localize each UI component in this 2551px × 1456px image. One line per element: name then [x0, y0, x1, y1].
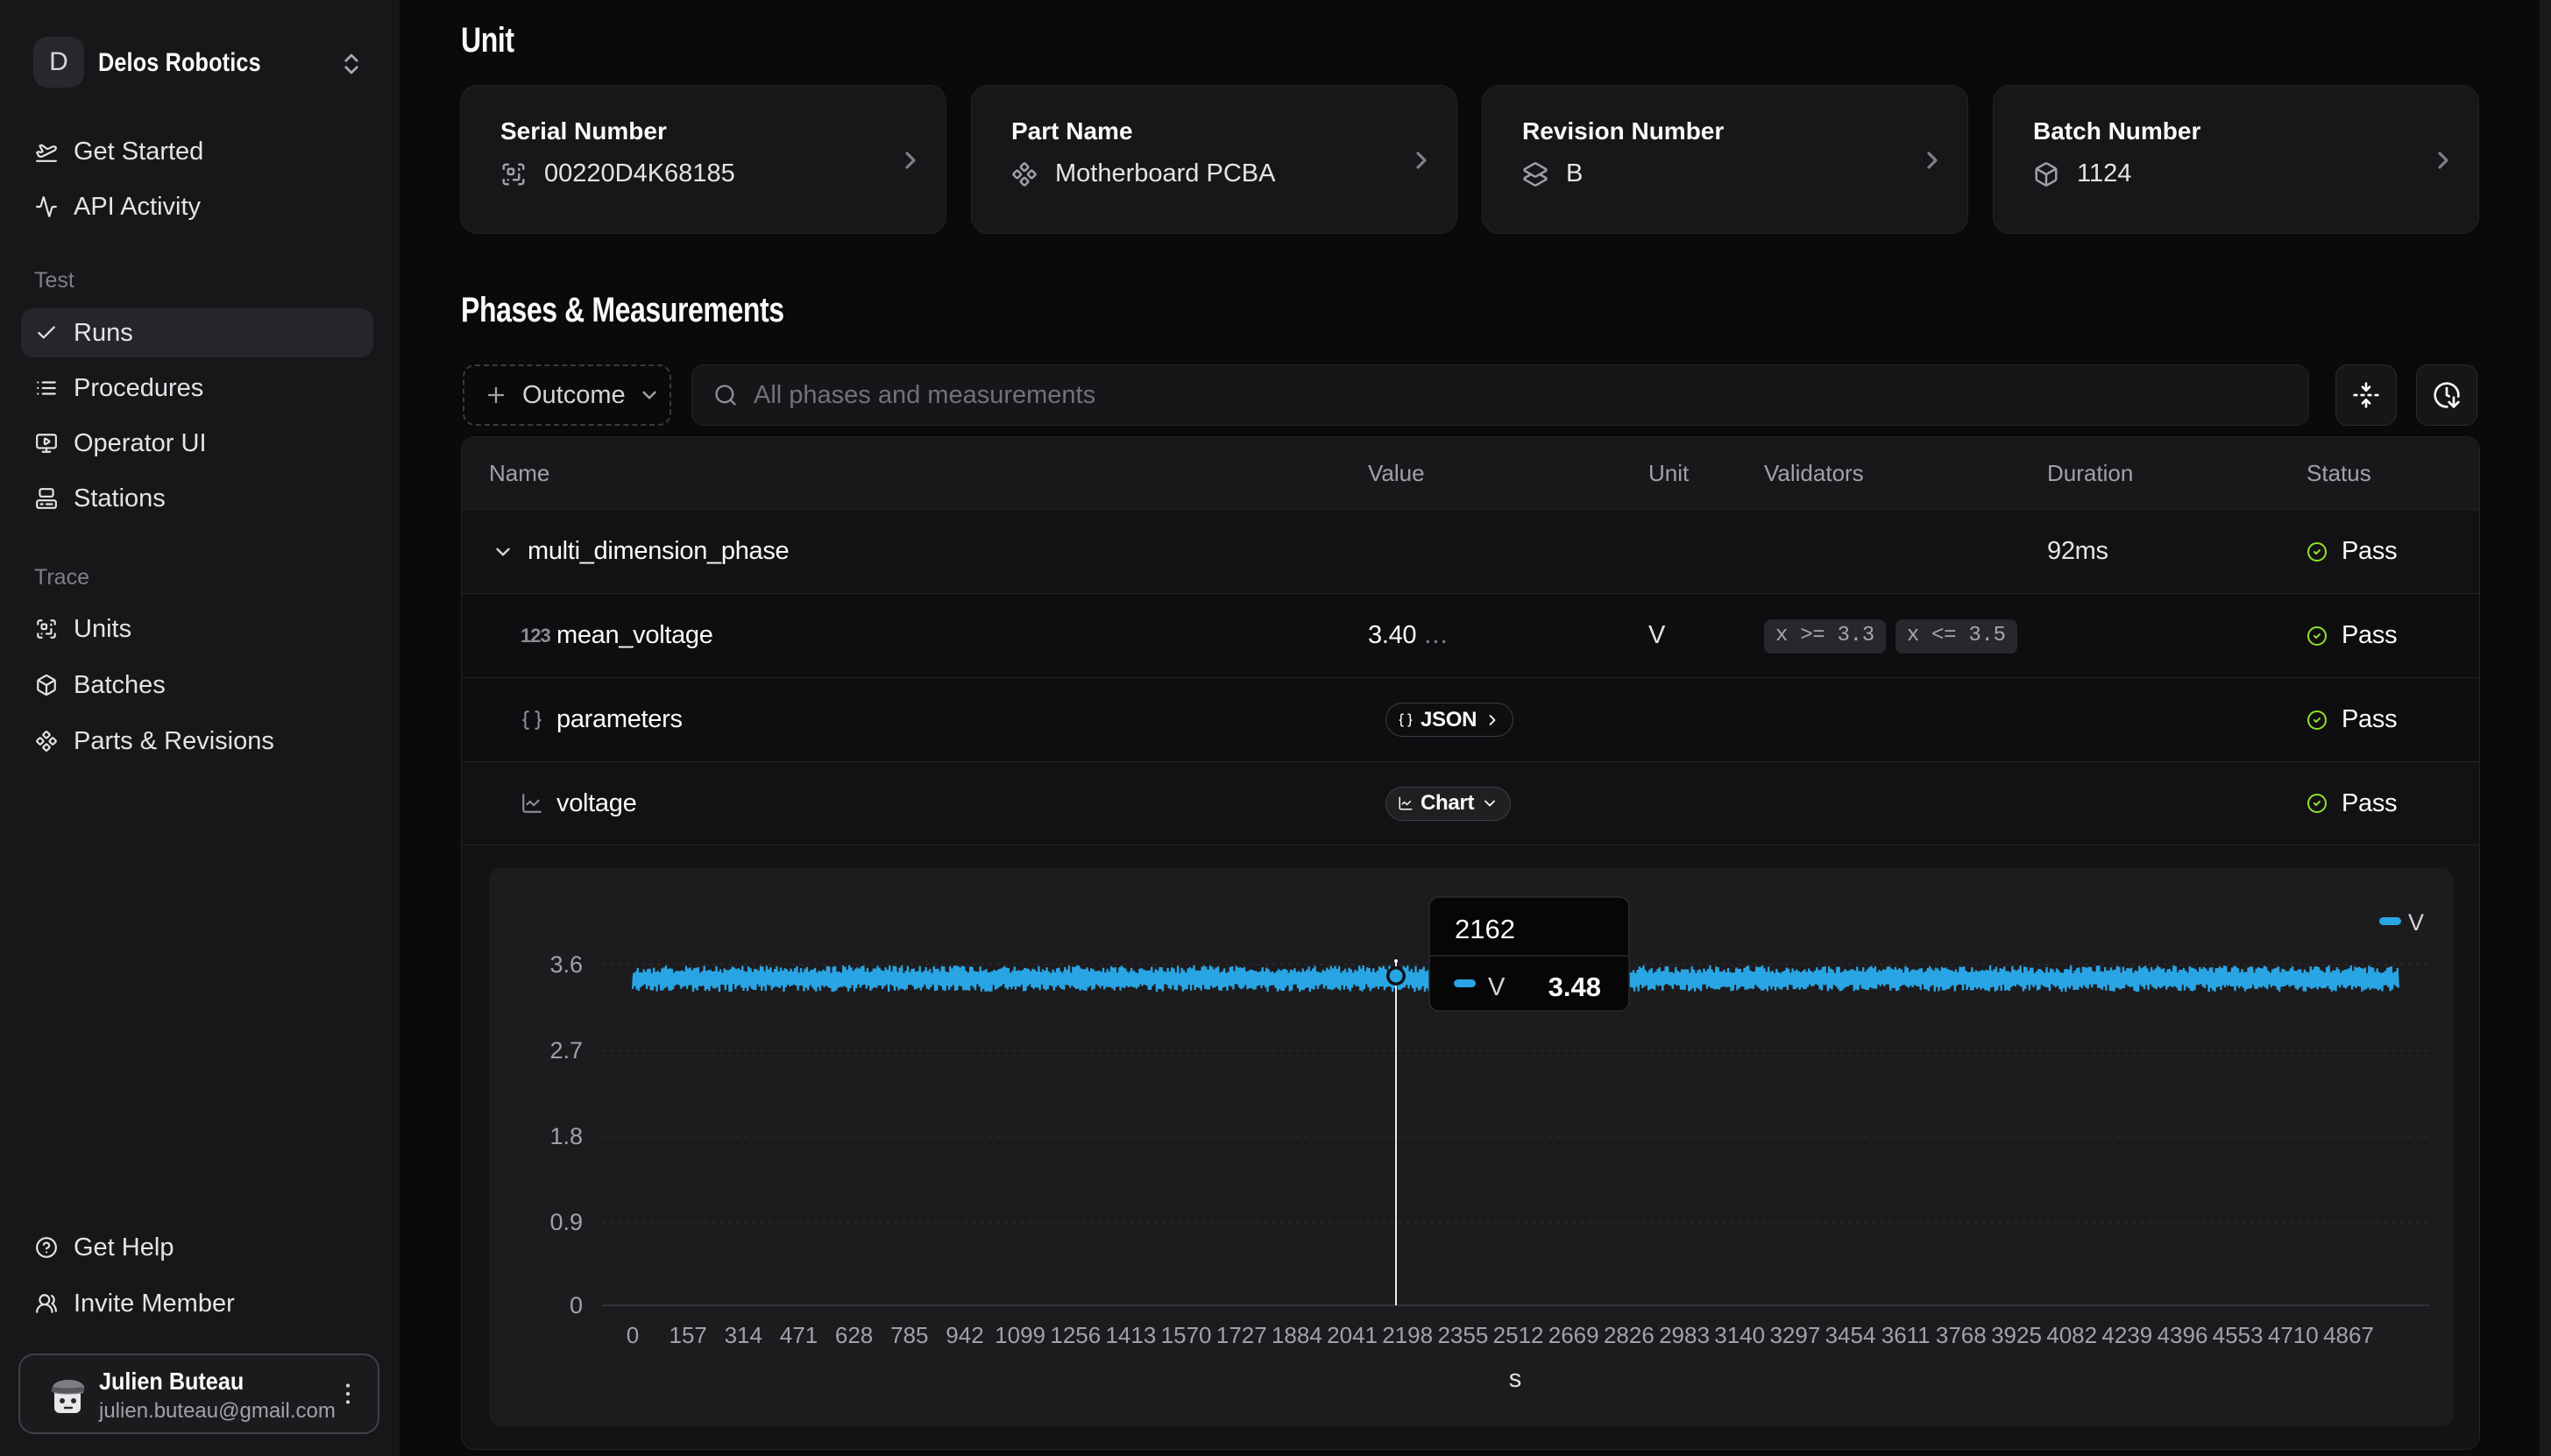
svg-text:2.7: 2.7: [549, 1037, 583, 1064]
svg-text:1.8: 1.8: [549, 1123, 583, 1149]
svg-text:471: 471: [780, 1322, 818, 1348]
svg-text:785: 785: [890, 1322, 928, 1348]
svg-text:4082: 4082: [2046, 1322, 2097, 1348]
svg-text:4239: 4239: [2101, 1322, 2152, 1348]
svg-text:1884: 1884: [1272, 1322, 1322, 1348]
svg-text:V: V: [1488, 973, 1506, 1001]
svg-text:3454: 3454: [1825, 1322, 1876, 1348]
svg-text:1727: 1727: [1216, 1322, 1267, 1348]
svg-text:s: s: [1509, 1365, 1522, 1393]
svg-text:4553: 4553: [2213, 1322, 2264, 1348]
svg-text:4867: 4867: [2323, 1322, 2374, 1348]
svg-text:628: 628: [835, 1322, 873, 1348]
svg-text:0: 0: [627, 1322, 639, 1348]
svg-text:2512: 2512: [1493, 1322, 1544, 1348]
svg-text:3925: 3925: [1991, 1322, 2042, 1348]
svg-text:1256: 1256: [1050, 1322, 1101, 1348]
svg-text:1413: 1413: [1105, 1322, 1156, 1348]
svg-text:157: 157: [670, 1322, 707, 1348]
svg-text:314: 314: [725, 1322, 762, 1348]
svg-text:3140: 3140: [1714, 1322, 1765, 1348]
svg-text:2355: 2355: [1437, 1322, 1488, 1348]
svg-text:4710: 4710: [2268, 1322, 2319, 1348]
svg-text:0.9: 0.9: [549, 1209, 583, 1235]
svg-text:V: V: [2408, 909, 2424, 936]
svg-text:3297: 3297: [1769, 1322, 1820, 1348]
svg-text:3.6: 3.6: [549, 951, 583, 978]
svg-text:2826: 2826: [1604, 1322, 1655, 1348]
svg-text:2198: 2198: [1382, 1322, 1433, 1348]
svg-text:942: 942: [946, 1322, 983, 1348]
svg-text:2669: 2669: [1548, 1322, 1599, 1348]
svg-text:4396: 4396: [2158, 1322, 2208, 1348]
svg-text:3611: 3611: [1881, 1322, 1931, 1348]
svg-text:2041: 2041: [1327, 1322, 1378, 1348]
svg-text:3768: 3768: [1936, 1322, 1987, 1348]
svg-text:2162: 2162: [1455, 914, 1515, 944]
svg-text:3.48: 3.48: [1548, 972, 1601, 1002]
svg-text:1570: 1570: [1161, 1322, 1212, 1348]
svg-text:1099: 1099: [995, 1322, 1045, 1348]
svg-text:0: 0: [570, 1292, 583, 1318]
svg-text:2983: 2983: [1659, 1322, 1710, 1348]
